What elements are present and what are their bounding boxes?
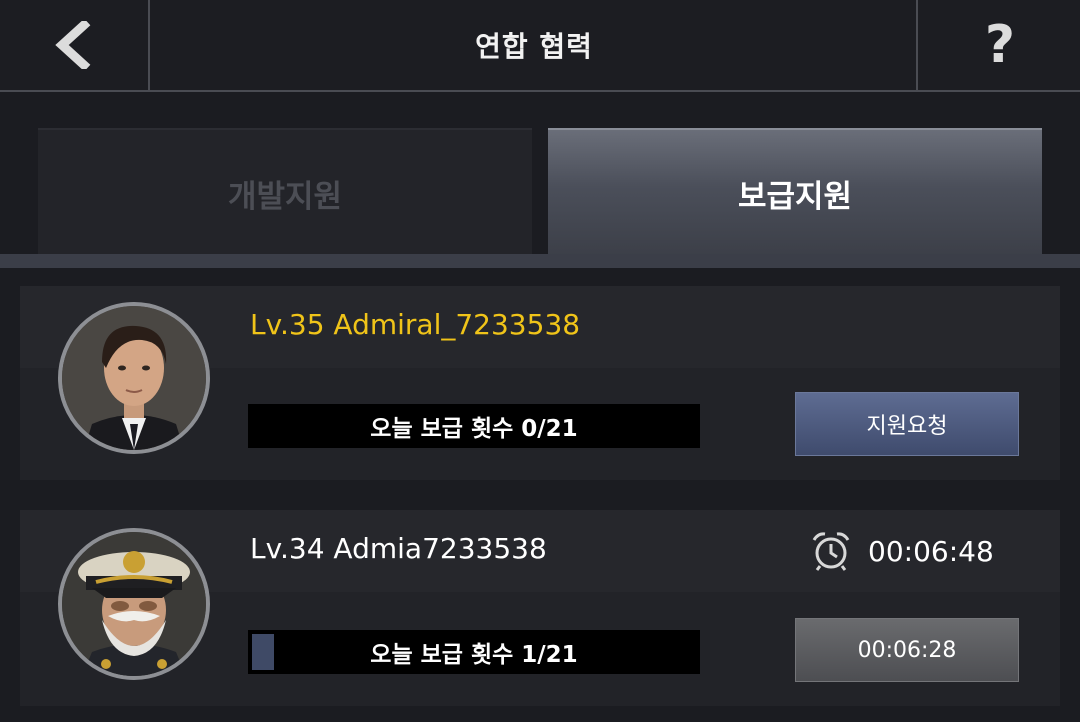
avatar[interactable] — [58, 528, 210, 680]
supply-count-bar: 오늘 보급 횟수 1/21 — [248, 630, 700, 674]
member-name: Lv.35 Admiral_7233538 — [250, 308, 581, 341]
back-button[interactable] — [0, 0, 148, 90]
chevron-left-icon — [55, 21, 91, 69]
supply-count-bar: 오늘 보급 횟수 0/21 — [248, 404, 700, 448]
alarm-clock-icon — [812, 532, 850, 571]
tab-underline — [0, 254, 1080, 268]
page-title: 연합 협력 — [475, 30, 593, 63]
help-button[interactable]: ? — [920, 0, 1080, 90]
timer-text: 00:06:48 — [868, 534, 994, 568]
member-card: Lv.34 Admia7233538 00:06:48 오늘 보급 횟수 1/2… — [20, 510, 1060, 706]
avatar[interactable] — [58, 302, 210, 454]
question-icon: ? — [984, 15, 1016, 75]
supply-progress-fill — [252, 634, 274, 670]
top-bar: 연합 협력 ? — [0, 0, 1080, 92]
cooldown-timer: 00:06:48 — [810, 530, 994, 572]
member-name: Lv.34 Admia7233538 — [250, 532, 547, 565]
admiral-portrait-icon — [62, 532, 206, 676]
member-card: Lv.35 Admiral_7233538 오늘 보급 횟수 0/21 지원요청 — [20, 286, 1060, 480]
businessman-portrait-icon — [62, 306, 206, 450]
tab-supply-support[interactable]: 보급지원 — [548, 128, 1042, 256]
cooldown-button[interactable]: 00:06:28 — [795, 618, 1019, 682]
tab-development-support[interactable]: 개발지원 — [38, 128, 532, 256]
supply-count-label: 오늘 보급 횟수 1/21 — [370, 642, 578, 668]
header-divider — [916, 0, 918, 90]
supply-count-label: 오늘 보급 횟수 0/21 — [370, 416, 578, 442]
request-support-button[interactable]: 지원요청 — [795, 392, 1019, 456]
